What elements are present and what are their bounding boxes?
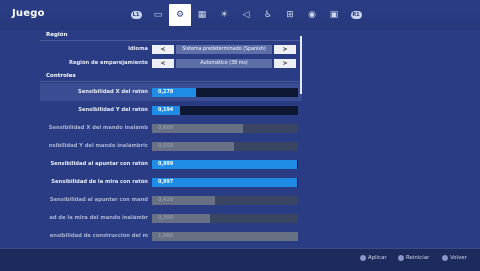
tab-monitor-icon[interactable]: ▭ <box>147 4 169 26</box>
prev-option-button[interactable]: < <box>152 44 174 54</box>
l1-badge: L1 <box>130 11 142 19</box>
slider-row[interactable]: ad de la mira del mando inalámbr 0,390 <box>40 209 302 227</box>
monitor-icon: ▭ <box>153 10 163 20</box>
sensitivity-slider[interactable]: 0,278 <box>152 87 298 97</box>
slider-label: ensibilidad de construcción del m <box>49 233 148 239</box>
sensitivity-slider[interactable]: 1,000 <box>152 231 298 241</box>
slider-value: 0,420 <box>158 197 174 203</box>
slider-label: Sensibilidad X del ratón <box>77 89 148 95</box>
r1-badge: R1 <box>350 11 362 19</box>
gear-icon: ⚙ <box>175 10 185 20</box>
gamepad-icon: ◉ <box>308 10 316 20</box>
cross-button-icon <box>360 255 366 261</box>
circle-button-icon <box>442 255 448 261</box>
slider-label: Sensibilidad X del mando inalámb <box>48 125 148 131</box>
slider-label: nsibilidad Y del mando inalámbric <box>48 143 148 149</box>
tab-gear-icon[interactable]: ⚙ <box>169 4 191 26</box>
footer-bar: Aplicar Reiniciar Volver <box>0 248 480 271</box>
speaker-icon: ◁ <box>242 10 250 20</box>
slider-row[interactable]: Sensibilidad al apuntar con mand 0,420 <box>40 191 302 209</box>
slider-label: Sensibilidad al apuntar con ratón <box>50 161 148 167</box>
top-bar: Juego L1 ▭ ⚙ ▦ ☀ ◁ ♿ ⊞ ◉ ▣ R1 <box>0 0 480 30</box>
square-button-icon <box>398 255 404 261</box>
setting-label: Región de emparejamiento <box>68 60 148 66</box>
slider-value: 0,600 <box>158 125 174 131</box>
sensitivity-slider[interactable]: 0,999 <box>152 159 298 169</box>
sensitivity-slider[interactable]: 0,997 <box>152 177 298 187</box>
settings-panel: Región Idioma < Sistema predeterminado (Sp… <box>40 30 302 248</box>
scrollbar[interactable] <box>300 36 302 94</box>
settings-tabs: L1 ▭ ⚙ ▦ ☀ ◁ ♿ ⊞ ◉ ▣ R1 <box>125 4 367 26</box>
slider-fill <box>152 231 298 241</box>
tab-r1-badge[interactable]: R1 <box>345 4 367 26</box>
controller-icon: ▣ <box>329 10 339 20</box>
slider-row[interactable]: Sensibilidad al apuntar con ratón 0,999 <box>40 155 302 173</box>
back-hint[interactable]: Volver <box>442 255 467 261</box>
sensitivity-slider[interactable]: 0,550 <box>152 141 298 151</box>
tab-gamepad-icon[interactable]: ◉ <box>301 4 323 26</box>
tab-network-icon[interactable]: ⊞ <box>279 4 301 26</box>
next-option-button[interactable]: > <box>274 58 296 68</box>
option-selector[interactable]: < Sistema predeterminado (Spanish) > <box>152 44 296 54</box>
slider-row[interactable]: Sensibilidad de la mira con ratón 0,997 <box>40 173 302 191</box>
reset-label: Reiniciar <box>406 255 430 261</box>
page-title: Juego <box>12 8 45 19</box>
option-selector[interactable]: < Automático (38 ms) > <box>152 58 296 68</box>
slider-value: 0,194 <box>158 107 174 113</box>
slider-row[interactable]: Sensibilidad X del mando inalámb 0,600 <box>40 119 302 137</box>
slider-value: 0,997 <box>158 179 174 185</box>
sensitivity-slider[interactable]: 0,600 <box>152 123 298 133</box>
back-label: Volver <box>450 255 467 261</box>
sensitivity-slider[interactable]: 0,420 <box>152 195 298 205</box>
tab-speaker-icon[interactable]: ◁ <box>235 4 257 26</box>
slider-label: ad de la mira del mando inalámbr <box>49 215 148 221</box>
apply-label: Aplicar <box>368 255 387 261</box>
slider-value: 0,999 <box>158 161 174 167</box>
slider-value: 0,550 <box>158 143 174 149</box>
slider-row[interactable]: ensibilidad de construcción del m 1,000 <box>40 227 302 245</box>
apply-hint[interactable]: Aplicar <box>360 255 387 261</box>
sensitivity-slider[interactable]: 0,390 <box>152 213 298 223</box>
slider-label: Sensibilidad al apuntar con mand <box>49 197 148 203</box>
section-region-header: Región <box>40 30 302 41</box>
slider-row[interactable]: Sensibilidad X del ratón 0,278 <box>40 83 302 101</box>
network-icon: ⊞ <box>286 10 294 20</box>
next-option-button[interactable]: > <box>274 44 296 54</box>
slider-value: 0,278 <box>158 89 174 95</box>
slider-row[interactable]: nsibilidad Y del mando inalámbric 0,550 <box>40 137 302 155</box>
slider-value: 1,000 <box>158 233 174 239</box>
reset-hint[interactable]: Reiniciar <box>398 255 429 261</box>
tab-controller-icon[interactable]: ▣ <box>323 4 345 26</box>
tab-grid-icon[interactable]: ▦ <box>191 4 213 26</box>
section-controls-header: Controles <box>40 71 302 82</box>
sensitivity-slider[interactable]: 0,194 <box>152 105 298 115</box>
slider-fill <box>152 159 298 169</box>
setting-label: Idioma <box>128 46 148 52</box>
setting-row[interactable]: Idioma < Sistema predeterminado (Spanish) > <box>40 42 302 56</box>
brightness-icon: ☀ <box>219 10 229 20</box>
slider-label: Sensibilidad Y del ratón <box>78 107 148 113</box>
accessibility-icon: ♿ <box>263 10 273 20</box>
slider-label: Sensibilidad de la mira con ratón <box>51 179 148 185</box>
setting-row[interactable]: Región de emparejamiento < Automático (38 … <box>40 56 302 70</box>
slider-row[interactable]: Sensibilidad Y del ratón 0,194 <box>40 101 302 119</box>
tab-brightness-icon[interactable]: ☀ <box>213 4 235 26</box>
tab-accessibility-icon[interactable]: ♿ <box>257 4 279 26</box>
option-value: Sistema predeterminado (Spanish) <box>176 44 272 54</box>
grid-icon: ▦ <box>197 10 207 20</box>
option-value: Automático (38 ms) <box>176 58 272 68</box>
slider-value: 0,390 <box>158 215 174 221</box>
prev-option-button[interactable]: < <box>152 58 174 68</box>
tab-l1-badge[interactable]: L1 <box>125 4 147 26</box>
slider-fill <box>152 177 297 187</box>
